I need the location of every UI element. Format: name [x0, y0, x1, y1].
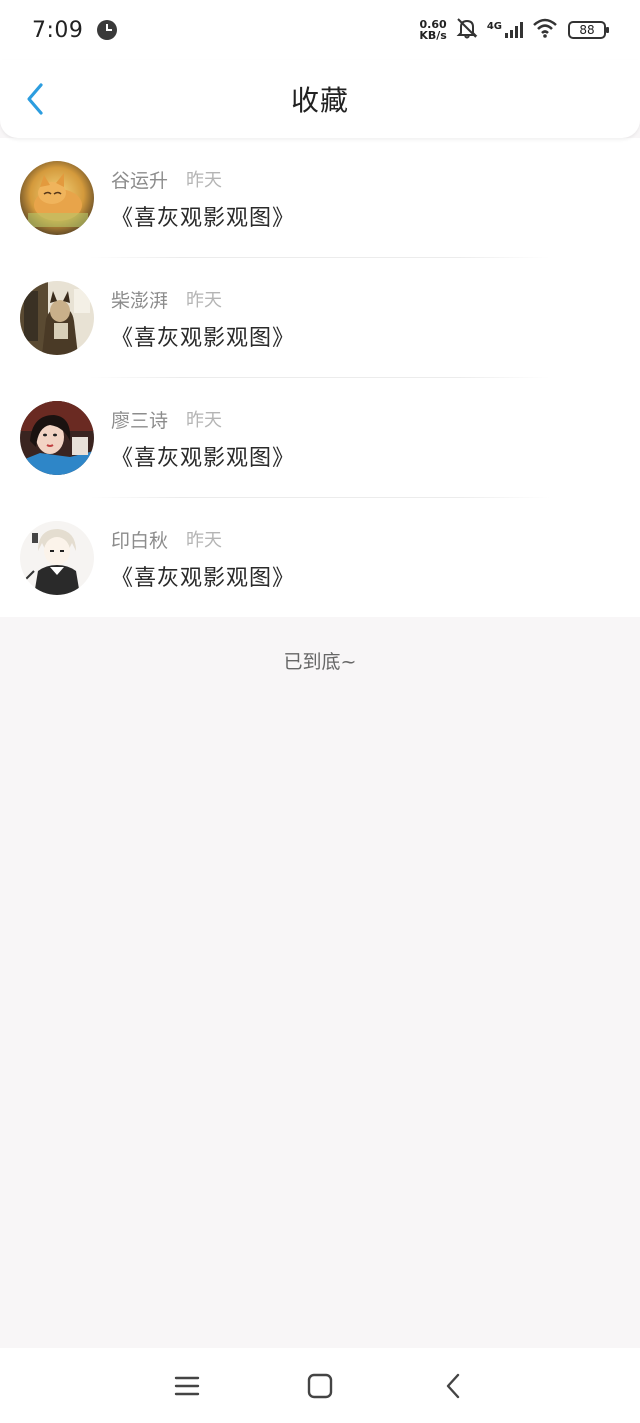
item-text: 印白秋 昨天 《喜灰观影观图》 — [111, 524, 295, 592]
page-title: 收藏 — [290, 84, 349, 117]
wifi-icon — [532, 18, 558, 42]
menu-button[interactable] — [167, 1366, 207, 1406]
item-title: 《喜灰观影观图》 — [111, 566, 296, 591]
home-button[interactable] — [300, 1366, 340, 1406]
status-left: 7:09 — [32, 17, 118, 43]
item-meta: 柴澎湃 昨天 — [111, 284, 295, 314]
item-time: 昨天 — [186, 410, 223, 431]
item-title: 《喜灰观影观图》 — [111, 326, 296, 351]
end-of-list-text: 已到底~ — [283, 651, 357, 673]
item-meta: 印白秋 昨天 — [111, 524, 295, 554]
list-item[interactable]: 谷运升 昨天 《喜灰观影观图》 — [0, 138, 640, 258]
item-name: 廖三诗 — [111, 409, 169, 432]
mute-icon — [455, 17, 479, 43]
favorites-list: 谷运升 昨天 《喜灰观影观图》 柴澎湃 昨天 《喜灰观影观图》 廖三诗 昨天 《… — [0, 138, 640, 617]
net-speed-unit: KB/s — [419, 29, 447, 42]
battery-icon: 88 — [568, 21, 609, 39]
chevron-left-icon — [447, 1373, 460, 1398]
woman-avatar — [20, 401, 94, 475]
menu-icon — [174, 1376, 199, 1395]
chevron-left-icon — [27, 83, 43, 115]
status-bar: 7:09 0.60 KB/s 4G 88 — [0, 0, 640, 60]
system-nav-bar — [0, 1348, 640, 1423]
item-text: 柴澎湃 昨天 《喜灰观影观图》 — [111, 284, 295, 352]
item-name: 柴澎湃 — [111, 289, 169, 312]
list-item[interactable]: 廖三诗 昨天 《喜灰观影观图》 — [0, 378, 640, 498]
header-bar: 收藏 — [0, 60, 640, 138]
item-title: 《喜灰观影观图》 — [111, 206, 296, 231]
status-time: 7:09 — [32, 17, 84, 43]
item-meta: 廖三诗 昨天 — [111, 404, 295, 434]
item-name: 谷运升 — [111, 169, 169, 192]
clock-notification-icon — [97, 20, 118, 40]
item-title: 《喜灰观影观图》 — [111, 446, 296, 471]
system-back-button[interactable] — [433, 1366, 473, 1406]
list-item[interactable]: 印白秋 昨天 《喜灰观影观图》 — [0, 498, 640, 618]
item-meta: 谷运升 昨天 — [111, 164, 295, 194]
cat-figure-avatar — [20, 281, 94, 355]
item-time: 昨天 — [186, 170, 223, 191]
item-text: 谷运升 昨天 《喜灰观影观图》 — [111, 164, 295, 232]
anime-avatar — [20, 521, 94, 595]
cat-avatar — [20, 161, 94, 235]
item-time: 昨天 — [186, 290, 223, 311]
status-right: 0.60 KB/s 4G 88 — [419, 17, 609, 43]
net-speed: 0.60 KB/s — [419, 19, 446, 41]
home-square-icon — [307, 1373, 333, 1398]
item-name: 印白秋 — [111, 529, 169, 552]
back-button[interactable] — [18, 82, 52, 116]
network-type: 4G — [486, 21, 502, 32]
list-item[interactable]: 柴澎湃 昨天 《喜灰观影观图》 — [0, 258, 640, 378]
item-time: 昨天 — [186, 530, 223, 551]
signal-icon: 4G — [487, 21, 524, 39]
item-text: 廖三诗 昨天 《喜灰观影观图》 — [111, 404, 295, 472]
